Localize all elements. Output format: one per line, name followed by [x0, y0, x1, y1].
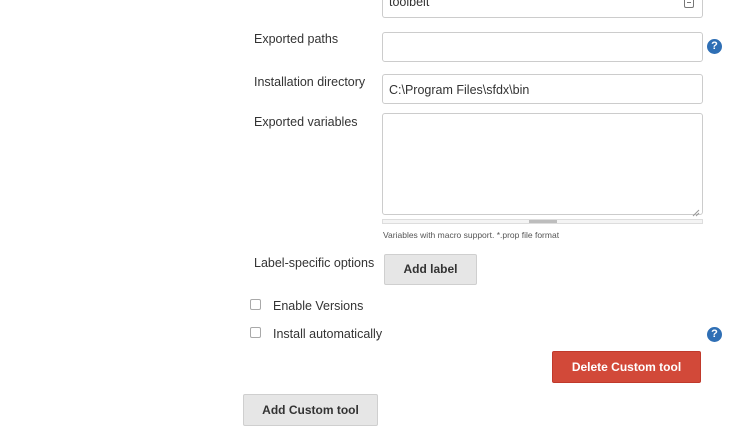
help-icon-exported-paths[interactable]: ? [707, 39, 722, 54]
installation-directory-label: Installation directory [254, 75, 366, 89]
exported-paths-input[interactable] [382, 32, 703, 62]
clipboard-icon [684, 0, 694, 8]
exported-variables-label: Exported variables [254, 115, 358, 129]
exported-variables-textarea[interactable] [382, 113, 703, 215]
enable-versions-checkbox[interactable] [250, 299, 261, 310]
tool-name-input[interactable]: toolbelt [382, 0, 703, 18]
install-automatically-checkbox[interactable] [250, 327, 261, 338]
exported-paths-label: Exported paths [254, 32, 339, 46]
install-automatically-label: Install automatically [273, 327, 383, 341]
installation-directory-input[interactable]: C:\Program Files\sfdx\bin [382, 74, 703, 104]
delete-custom-tool-button[interactable]: Delete Custom tool [552, 351, 701, 383]
add-custom-tool-button[interactable]: Add Custom tool [243, 394, 378, 426]
textarea-drag-bar[interactable] [382, 219, 703, 224]
help-icon-install-automatically[interactable]: ? [707, 327, 722, 342]
label-specific-options-label: Label-specific options [254, 256, 375, 270]
enable-versions-label: Enable Versions [273, 299, 364, 313]
textarea-resize-grip[interactable] [692, 204, 700, 217]
tool-name-value: toolbelt [389, 0, 430, 9]
add-label-button[interactable]: Add label [384, 254, 477, 285]
exported-variables-hint: Variables with macro support. *.prop fil… [383, 230, 560, 240]
